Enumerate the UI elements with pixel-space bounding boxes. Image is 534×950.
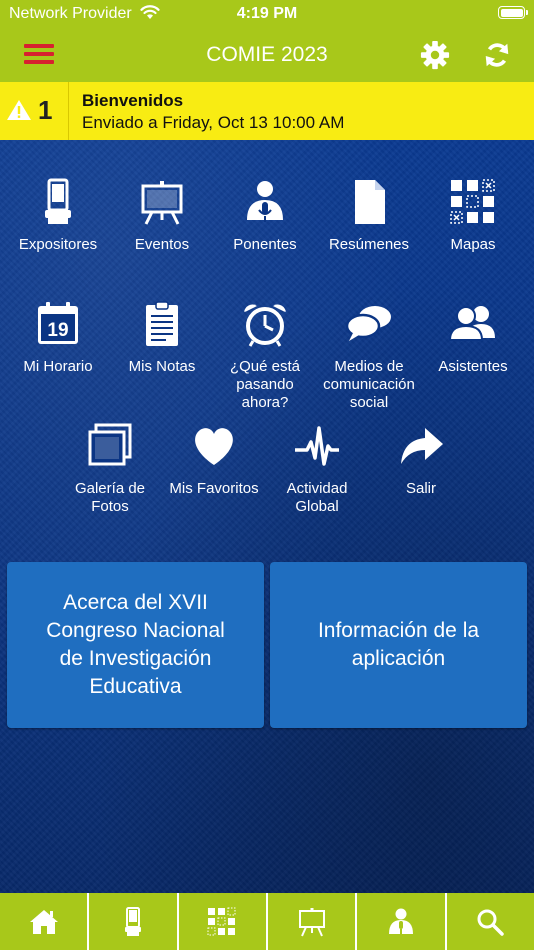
page-title: COMIE 2023 <box>206 43 328 66</box>
tile-label: Galería de Fotos <box>74 480 146 515</box>
tile-label: Expositores <box>18 236 98 253</box>
app-info-button[interactable]: Información de la aplicación <box>270 562 527 728</box>
heart-icon <box>195 428 233 465</box>
tile-asistentes[interactable]: Asistentes <box>421 300 525 376</box>
tile-que-esta-pasando[interactable]: ¿Qué está pasando ahora? <box>213 300 317 412</box>
clock: 4:19 PM <box>236 5 298 22</box>
battery-icon <box>498 6 528 19</box>
easel-icon <box>141 181 183 225</box>
tab-bar <box>0 893 534 950</box>
notification-title: Bienvenidos <box>82 91 184 110</box>
tile-label: ¿Qué está pasando ahora? <box>229 358 301 411</box>
tile-label: Mapas <box>450 236 496 253</box>
tile-salir[interactable]: Salir <box>369 422 473 498</box>
tile-resumenes[interactable]: Resúmenes <box>317 178 421 254</box>
tile-eventos[interactable]: Eventos <box>110 178 214 254</box>
tab-home[interactable] <box>0 893 90 950</box>
tile-label: Asistentes <box>438 358 508 375</box>
tab-speakers[interactable] <box>357 893 447 950</box>
pulse-icon <box>295 426 339 466</box>
about-congress-label: Acerca del XVII Congreso Nacional de Inv… <box>46 591 225 698</box>
search-icon <box>477 909 505 936</box>
tile-label: Resúmenes <box>328 236 410 253</box>
tile-label: Salir <box>405 480 436 497</box>
people-icon <box>449 306 495 341</box>
tile-actividad-global[interactable]: Actividad Global <box>265 422 369 516</box>
tile-mis-favoritos[interactable]: Mis Favoritos <box>162 422 266 498</box>
notification-count: 1 <box>38 95 53 125</box>
tile-ponentes[interactable]: Ponentes <box>213 178 317 254</box>
tile-label: Actividad Global <box>286 480 348 515</box>
tile-mapas[interactable]: Mapas <box>421 178 525 254</box>
floorplan-icon <box>207 907 236 935</box>
tile-label: Medios de comunicación social <box>323 358 415 411</box>
tile-label: Ponentes <box>233 236 297 253</box>
tab-search[interactable] <box>447 893 534 950</box>
home-grid: Expositores Eventos Ponentes Resúmenes M… <box>0 140 534 893</box>
status-bar: Network Provider 4:19 PM <box>0 0 534 28</box>
floorplan-icon <box>450 179 495 224</box>
notification-banner[interactable]: 1 Bienvenidos Enviado a Friday, Oct 13 1… <box>0 82 534 140</box>
tile-mi-horario[interactable]: 19 Mi Horario <box>6 300 110 376</box>
tab-maps[interactable] <box>179 893 268 950</box>
tile-label: Mis Favoritos <box>169 480 259 497</box>
calendar-icon: 19 <box>38 302 78 344</box>
tile-expositores[interactable]: Expositores <box>6 178 110 254</box>
chat-bubbles-icon <box>345 306 391 341</box>
kiosk-icon <box>45 178 71 224</box>
tile-medios-sociales[interactable]: Medios de comunicación social <box>317 300 421 412</box>
easel-icon <box>298 907 325 936</box>
alarm-clock-icon <box>244 304 286 347</box>
tile-label: Mis Notas <box>128 358 196 375</box>
about-congress-button[interactable]: Acerca del XVII Congreso Nacional de Inv… <box>7 562 264 728</box>
app-info-label: Información de la aplicación <box>317 619 480 670</box>
tab-events[interactable] <box>268 893 358 950</box>
tile-galeria-fotos[interactable]: Galería de Fotos <box>58 422 162 516</box>
document-icon <box>355 180 385 224</box>
notification-count-box: 1 <box>0 82 69 140</box>
notification-subtitle: Enviado a Friday, Oct 13 10:00 AM <box>82 113 345 132</box>
share-arrow-icon <box>401 428 443 464</box>
notepad-icon <box>146 301 178 346</box>
refresh-icon[interactable] <box>482 40 512 70</box>
calendar-day: 19 <box>47 320 68 341</box>
tile-mis-notas[interactable]: Mis Notas <box>110 300 214 376</box>
kiosk-icon <box>124 906 141 936</box>
gear-icon[interactable] <box>420 40 450 70</box>
tile-label: Eventos <box>134 236 190 253</box>
speaker-icon <box>247 181 283 222</box>
speaker-icon <box>388 908 413 934</box>
home-icon <box>29 909 58 934</box>
tab-exhibitors[interactable] <box>89 893 179 950</box>
nav-bar: COMIE 2023 <box>0 28 534 82</box>
photos-icon <box>88 423 132 466</box>
warning-icon <box>7 100 31 120</box>
tile-label: Mi Horario <box>23 358 93 375</box>
